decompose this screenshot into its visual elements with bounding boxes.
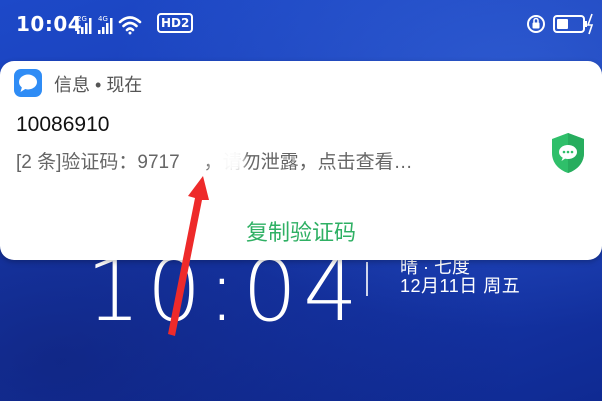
notification-time: 现在 — [106, 75, 143, 95]
hd-badge: HD2 — [157, 13, 194, 33]
lock-rotation-icon — [527, 15, 545, 33]
message-sender: 10086910 — [16, 113, 110, 136]
message-notification[interactable]: 信息 • 现在 10086910 [2 条]验证码：9717 ，请勿泄露，点击查看… — [0, 61, 602, 260]
header-separator: • — [90, 75, 107, 95]
signal-1-tag: 2G — [77, 15, 87, 23]
preview-prefix: [2 条]验证码：9717 — [16, 152, 180, 173]
status-right-icons — [527, 13, 594, 35]
app-name: 信息 — [54, 75, 90, 95]
copy-code-button[interactable]: 复制验证码 — [0, 213, 602, 253]
status-bar: 10:04 2G 4G HD2 — [0, 0, 602, 52]
signal-icons: 2G 4G — [77, 15, 142, 35]
battery-icon — [553, 13, 594, 35]
lockscreen-date: 12月11日 周五 — [400, 276, 521, 296]
lockscreen-clock: 10:04 — [86, 241, 364, 341]
security-shield-icon — [552, 133, 584, 173]
redaction-blur — [210, 147, 244, 173]
signal-2-tag: 4G — [98, 15, 108, 23]
status-time: 10:04 — [16, 12, 83, 36]
notification-header: 信息 • 现在 — [54, 71, 142, 97]
wifi-icon — [118, 16, 142, 35]
messages-app-icon — [14, 69, 42, 97]
clock-divider — [366, 262, 368, 296]
